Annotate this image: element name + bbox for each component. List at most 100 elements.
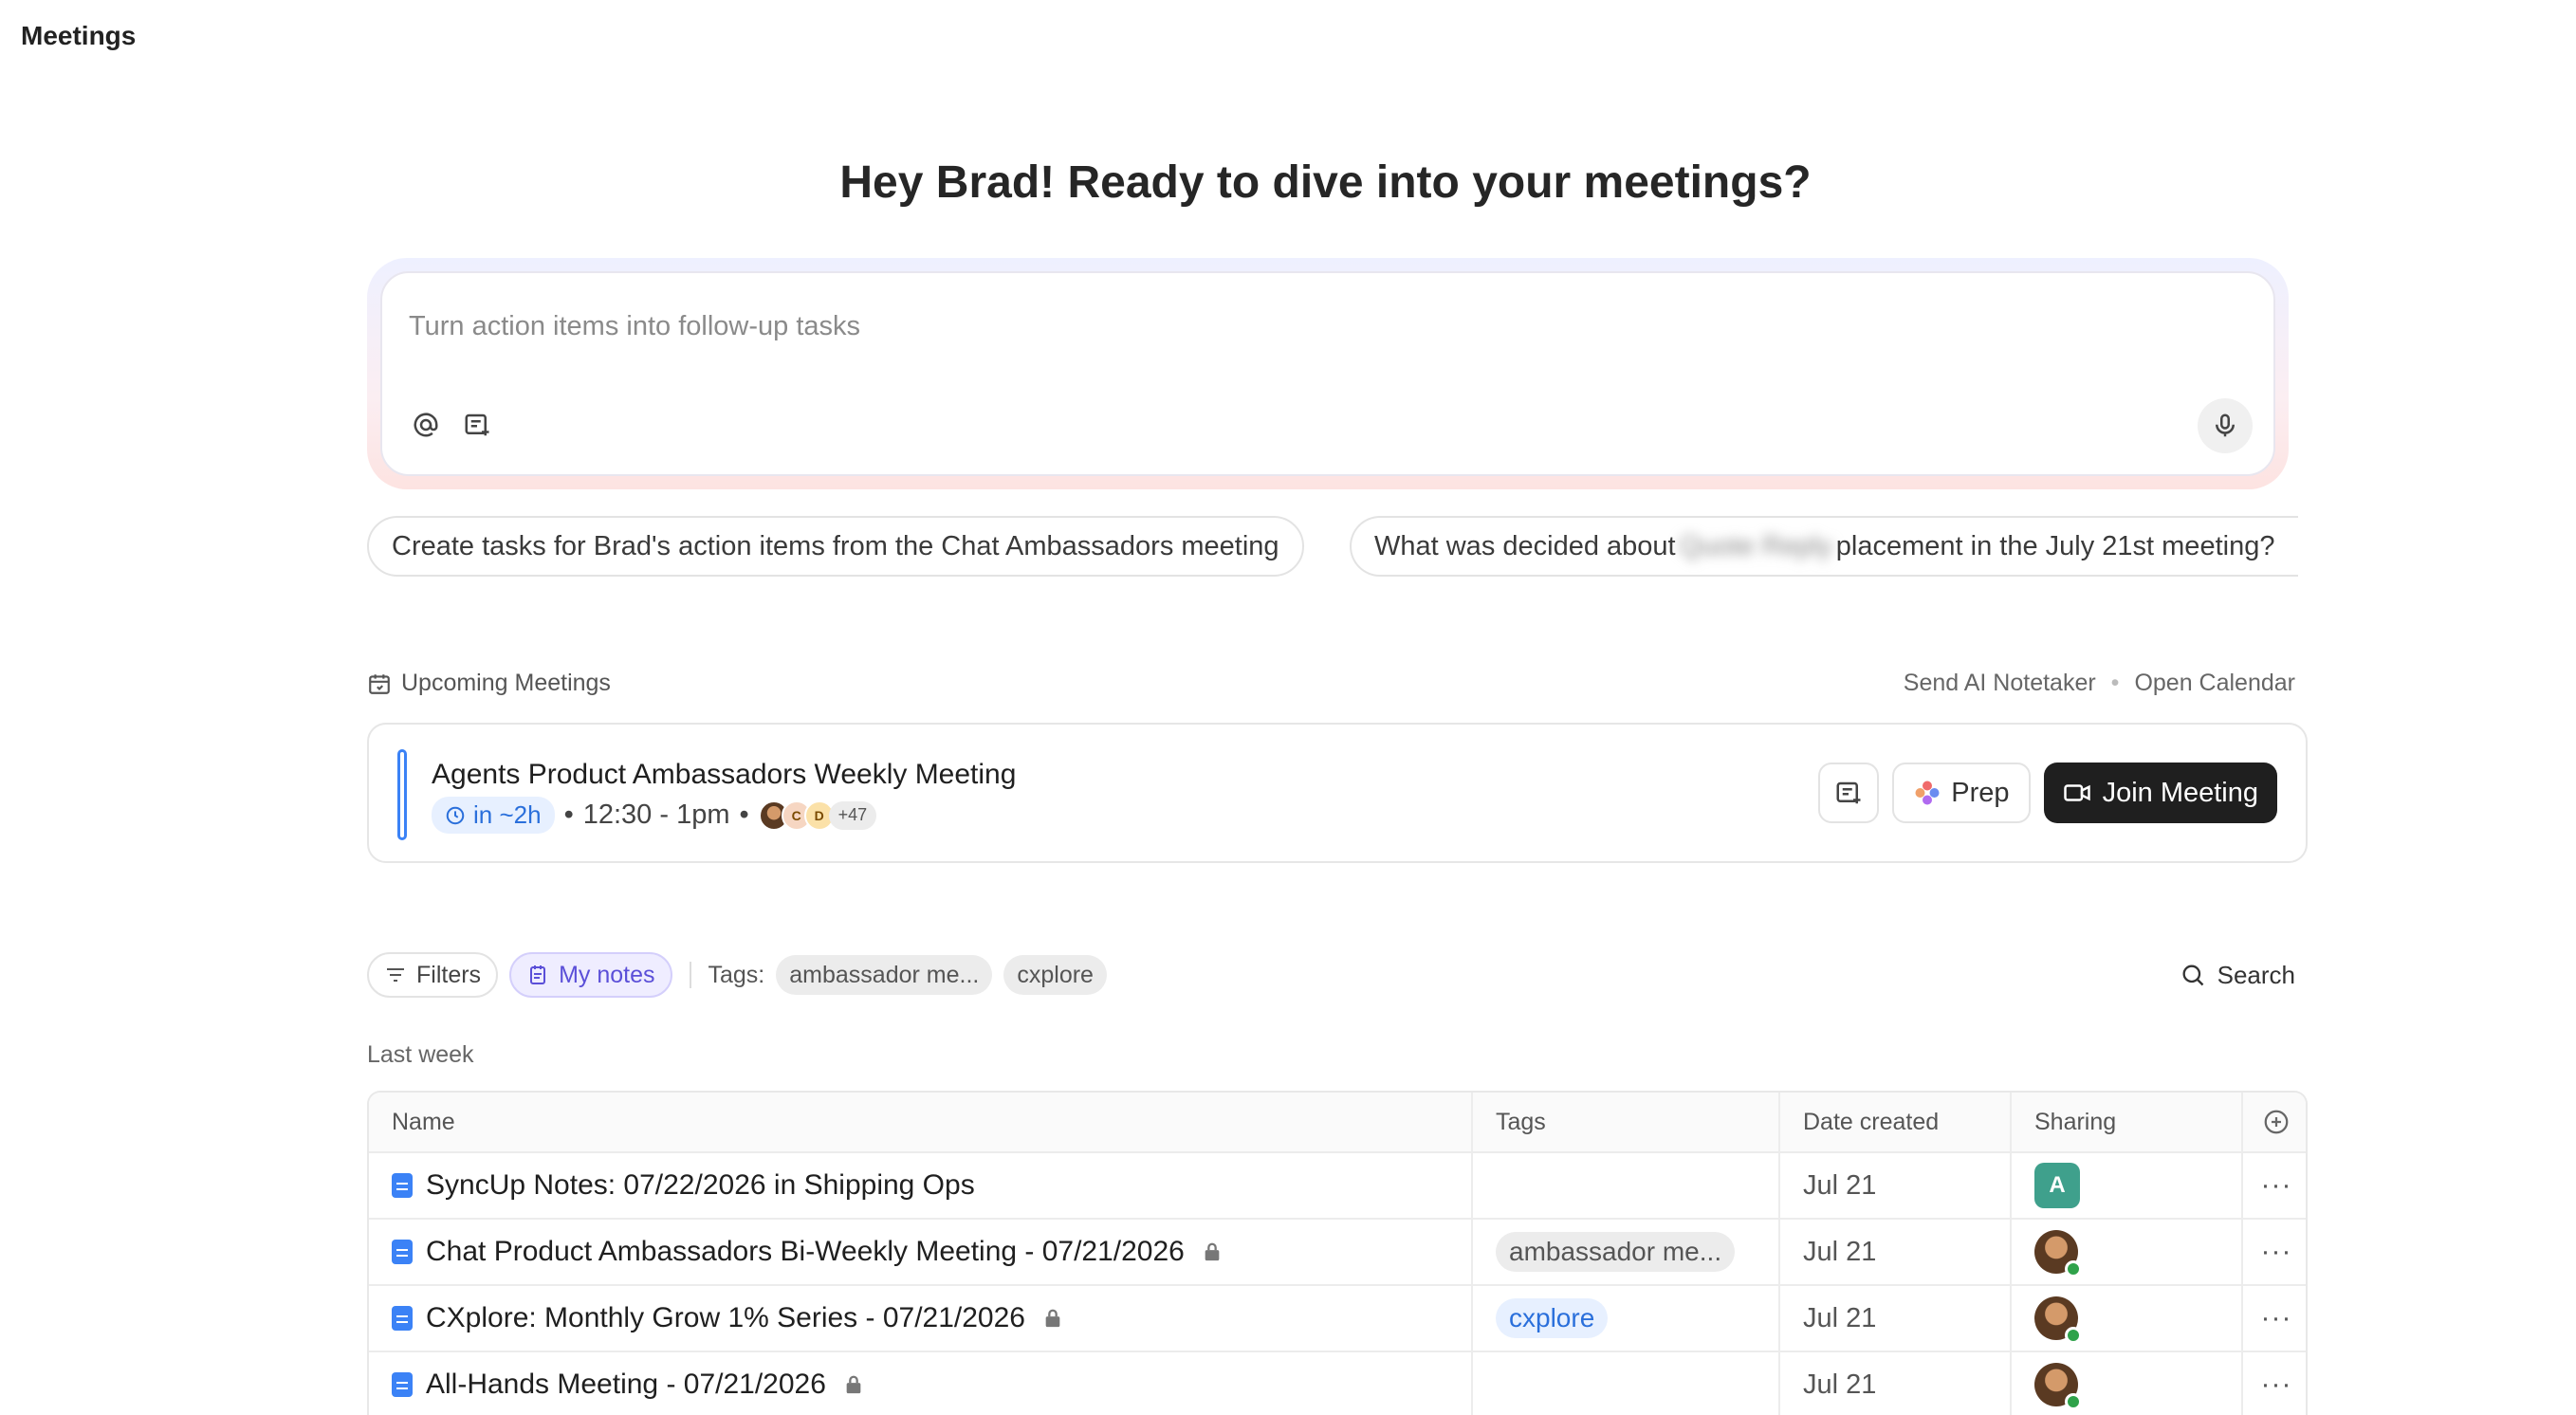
tag-chip[interactable]: ambassador me... xyxy=(1496,1232,1736,1272)
upcoming-links: Send AI Notetaker • Open Calendar xyxy=(1904,670,2295,697)
column-header-name[interactable]: Name xyxy=(369,1093,1473,1151)
video-camera-icon xyxy=(2063,784,2090,801)
column-header-date[interactable]: Date created xyxy=(1780,1093,2012,1151)
document-icon xyxy=(392,1240,413,1264)
document-icon xyxy=(392,1372,413,1397)
row-menu-button[interactable]: ··· xyxy=(2243,1352,2306,1415)
attendee-avatars[interactable]: C D +47 xyxy=(758,799,877,831)
more-icon: ··· xyxy=(2260,1236,2292,1267)
online-indicator xyxy=(2065,1260,2082,1277)
name-cell: All-Hands Meeting - 07/21/2026 xyxy=(369,1352,1473,1415)
tags-cell xyxy=(1473,1153,1780,1218)
filter-icon xyxy=(387,968,404,982)
name-cell: Chat Product Ambassadors Bi-Weekly Meeti… xyxy=(369,1220,1473,1284)
row-menu-button[interactable]: ··· xyxy=(2243,1153,2306,1218)
tags-cell: ambassador me... xyxy=(1473,1220,1780,1284)
tag-filter-cxplore[interactable]: cxplore xyxy=(1003,955,1107,995)
tag-chip[interactable]: cxplore xyxy=(1496,1298,1609,1338)
meeting-time: 12:30 - 1pm xyxy=(582,799,730,830)
table-row[interactable]: SyncUp Notes: 07/22/2026 in Shipping Ops… xyxy=(369,1153,2306,1220)
link-separator: • xyxy=(2110,670,2120,696)
note-title[interactable]: Chat Product Ambassadors Bi-Weekly Meeti… xyxy=(426,1236,1185,1268)
mention-icon[interactable] xyxy=(407,406,445,444)
suggestion-chip-decision[interactable]: What was decided about Quote Reply place… xyxy=(1350,516,2298,577)
add-note-icon[interactable] xyxy=(458,406,496,444)
share-badge[interactable]: A xyxy=(2034,1163,2080,1208)
sharing-cell: A xyxy=(2012,1153,2243,1218)
table-row[interactable]: Chat Product Ambassadors Bi-Weekly Meeti… xyxy=(369,1220,2306,1286)
column-header-tags[interactable]: Tags xyxy=(1473,1093,1780,1151)
add-column-button[interactable] xyxy=(2243,1093,2306,1151)
more-icon: ··· xyxy=(2260,1169,2292,1201)
send-notetaker-link[interactable]: Send AI Notetaker xyxy=(1904,670,2096,697)
relative-time: in ~2h xyxy=(473,800,542,829)
document-icon xyxy=(392,1306,413,1331)
note-title[interactable]: CXplore: Monthly Grow 1% Series - 07/21/… xyxy=(426,1302,1025,1334)
microphone-icon xyxy=(2216,413,2235,437)
date-cell: Jul 21 xyxy=(1780,1286,2012,1351)
note-title[interactable]: All-Hands Meeting - 07/21/2026 xyxy=(426,1369,826,1401)
open-calendar-link[interactable]: Open Calendar xyxy=(2134,670,2295,697)
sparkle-icon xyxy=(1915,781,1940,805)
join-meeting-button[interactable]: Join Meeting xyxy=(2043,763,2277,823)
avatar[interactable] xyxy=(2034,1296,2082,1344)
notes-table: Name Tags Date created Sharing SyncUp No… xyxy=(367,1091,2308,1415)
meta-bullet: • xyxy=(739,799,749,830)
prompt-container xyxy=(367,258,2289,489)
sharing-cell xyxy=(2012,1286,2243,1351)
greeting-heading: Hey Brad! Ready to dive into your meetin… xyxy=(839,157,1812,208)
suggestion-chip-tasks[interactable]: Create tasks for Brad's action items fro… xyxy=(367,516,1304,577)
row-menu-button[interactable]: ··· xyxy=(2243,1286,2306,1351)
relative-time-badge: in ~2h xyxy=(432,797,555,834)
page-title: Meetings xyxy=(21,21,137,50)
date-cell: Jul 21 xyxy=(1780,1153,2012,1218)
meeting-color-bar xyxy=(397,749,407,840)
filter-bar: Filters My notes Tags: ambassador me... … xyxy=(367,952,1107,998)
group-label: Last week xyxy=(367,1041,474,1068)
prompt-input[interactable] xyxy=(409,311,2116,342)
table-row[interactable]: All-Hands Meeting - 07/21/2026 Jul 21 ··… xyxy=(369,1352,2306,1415)
add-note-button[interactable] xyxy=(1818,763,1880,823)
calendar-icon xyxy=(369,673,390,694)
more-attendees-badge: +47 xyxy=(828,800,877,830)
microphone-button[interactable] xyxy=(2198,398,2253,453)
lock-icon xyxy=(1042,1308,1063,1329)
note-title[interactable]: SyncUp Notes: 07/22/2026 in Shipping Ops xyxy=(426,1169,975,1202)
prep-button[interactable]: Prep xyxy=(1892,763,2031,823)
filters-label: Filters xyxy=(416,961,482,988)
upcoming-meetings-label: Upcoming Meetings xyxy=(401,670,611,696)
my-notes-label: My notes xyxy=(559,961,655,988)
filters-button[interactable]: Filters xyxy=(367,952,499,998)
document-icon xyxy=(392,1173,413,1198)
upcoming-meeting-card[interactable]: Agents Product Ambassadors Weekly Meetin… xyxy=(367,723,2308,863)
avatar[interactable] xyxy=(2034,1230,2082,1277)
search-label: Search xyxy=(2217,960,2295,989)
name-cell: CXplore: Monthly Grow 1% Series - 07/21/… xyxy=(369,1286,1473,1351)
column-header-sharing[interactable]: Sharing xyxy=(2012,1093,2243,1151)
search-icon xyxy=(2182,965,2203,986)
online-indicator xyxy=(2065,1327,2082,1344)
tag-filter-ambassador[interactable]: ambassador me... xyxy=(776,955,993,995)
lock-icon xyxy=(1202,1241,1223,1262)
lock-icon xyxy=(843,1374,864,1395)
meta-bullet: • xyxy=(563,799,574,830)
sharing-cell xyxy=(2012,1352,2243,1415)
meeting-title: Agents Product Ambassadors Weekly Meetin… xyxy=(432,759,1017,790)
more-icon: ··· xyxy=(2260,1369,2292,1400)
suggestion-blurred-term: Quote Reply xyxy=(1679,530,1832,561)
tags-cell: cxplore xyxy=(1473,1286,1780,1351)
date-cell: Jul 21 xyxy=(1780,1352,2012,1415)
join-meeting-label: Join Meeting xyxy=(2102,777,2258,808)
divider xyxy=(689,962,691,988)
search-button[interactable]: Search xyxy=(2180,952,2295,998)
table-header: Name Tags Date created Sharing xyxy=(369,1093,2306,1153)
table-row[interactable]: CXplore: Monthly Grow 1% Series - 07/21/… xyxy=(369,1286,2306,1352)
my-notes-button[interactable]: My notes xyxy=(509,952,672,998)
more-icon: ··· xyxy=(2260,1302,2292,1333)
row-menu-button[interactable]: ··· xyxy=(2243,1220,2306,1284)
sharing-cell xyxy=(2012,1220,2243,1284)
clock-icon xyxy=(446,806,465,824)
prep-label: Prep xyxy=(1951,777,2010,808)
avatar[interactable] xyxy=(2034,1363,2082,1410)
meeting-meta: in ~2h • 12:30 - 1pm • C D +47 xyxy=(432,797,877,834)
